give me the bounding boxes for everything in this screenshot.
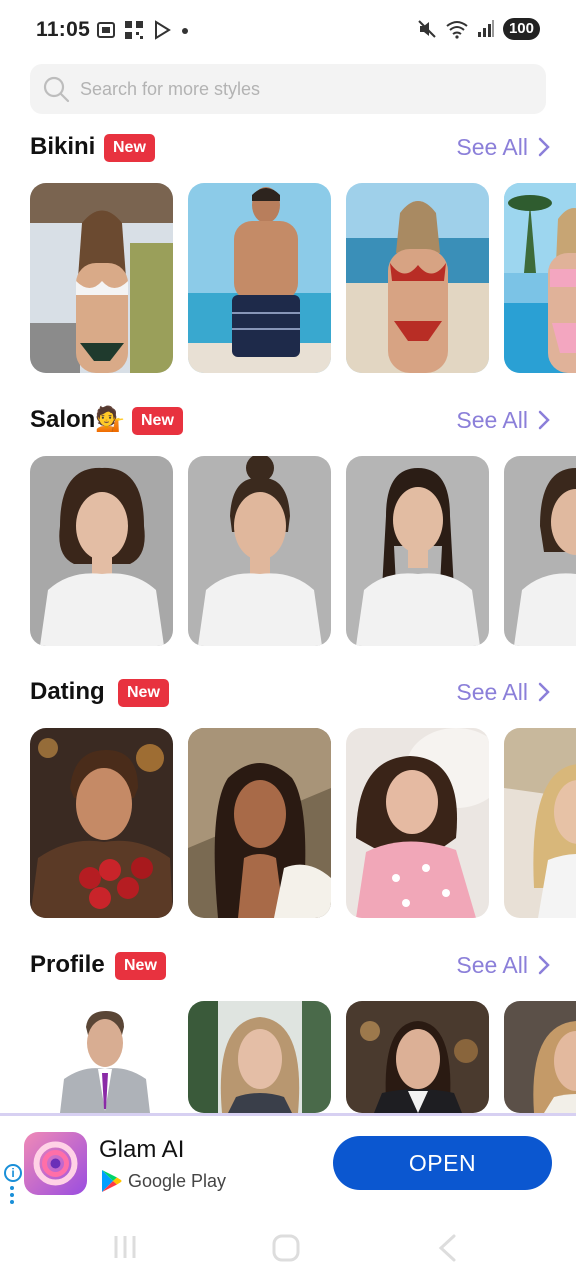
section-header-bikini: Bikini New See All	[30, 131, 550, 167]
section-title: Salon💁	[30, 406, 126, 433]
style-thumbnail[interactable]	[30, 728, 173, 918]
search-input[interactable]: Search for more styles	[80, 79, 260, 100]
app-icon[interactable]	[24, 1132, 87, 1195]
style-thumbnail[interactable]	[346, 456, 489, 646]
style-thumbnail[interactable]	[346, 728, 489, 918]
section-title: Profile	[30, 951, 105, 978]
see-all-link[interactable]: See All	[456, 949, 550, 981]
new-badge: New	[115, 952, 166, 980]
battery-indicator: 100	[502, 18, 540, 40]
style-thumbnail[interactable]	[30, 183, 173, 373]
style-thumbnail[interactable]	[504, 183, 576, 373]
chevron-right-icon	[538, 137, 550, 157]
see-all-link[interactable]: See All	[456, 131, 550, 163]
style-thumbnail[interactable]	[188, 456, 331, 646]
section-header-salon: Salon💁 New See All	[30, 404, 550, 440]
style-thumbnail[interactable]	[346, 1001, 489, 1113]
chevron-right-icon	[538, 410, 550, 430]
search-bar[interactable]: Search for more styles	[30, 64, 546, 114]
section-header-dating: Dating New See All	[30, 676, 550, 712]
see-all-link[interactable]: See All	[456, 404, 550, 436]
play-icon	[155, 20, 171, 40]
see-all-label: See All	[456, 952, 528, 978]
section-header-profile: Profile New See All	[30, 949, 550, 985]
wifi-icon	[446, 21, 468, 39]
chevron-right-icon	[538, 955, 550, 975]
back-icon[interactable]	[436, 1233, 458, 1263]
search-icon	[43, 76, 70, 103]
new-badge: New	[132, 407, 183, 435]
new-badge: New	[118, 679, 169, 707]
ad-menu-icon[interactable]	[10, 1186, 14, 1207]
style-thumbnail[interactable]	[188, 728, 331, 918]
style-thumbnail[interactable]	[504, 1001, 576, 1113]
style-thumbnail[interactable]	[504, 728, 576, 918]
see-all-label: See All	[456, 134, 528, 160]
style-thumbnail[interactable]	[188, 1001, 331, 1113]
qr-icon	[125, 21, 143, 39]
style-carousel-salon[interactable]	[30, 456, 576, 646]
style-thumbnail[interactable]	[188, 183, 331, 373]
google-play-icon	[102, 1170, 122, 1192]
new-badge: New	[104, 134, 155, 162]
style-carousel-dating[interactable]	[30, 728, 576, 918]
section-title: Dating	[30, 678, 105, 705]
chevron-right-icon	[538, 682, 550, 702]
mute-icon	[418, 20, 436, 38]
style-thumbnail[interactable]	[346, 183, 489, 373]
store-label: Google Play	[100, 1169, 226, 1193]
navigation-bar	[0, 1216, 576, 1280]
recents-icon[interactable]	[112, 1234, 138, 1260]
ad-banner[interactable]: i Glam AI Google Play OPEN	[0, 1116, 576, 1216]
screenshot-icon	[97, 22, 115, 38]
see-all-label: See All	[456, 679, 528, 705]
app-name: Glam AI	[99, 1136, 185, 1163]
style-carousel-profile[interactable]	[30, 1001, 576, 1113]
status-icons-left	[96, 20, 190, 40]
status-icons-right: 100	[417, 18, 540, 40]
style-thumbnail[interactable]	[30, 1001, 173, 1113]
dot-icon	[182, 28, 188, 34]
status-time: 11:05	[36, 18, 91, 41]
home-icon[interactable]	[271, 1233, 301, 1263]
signal-icon	[477, 20, 494, 37]
section-title: Bikini	[30, 133, 96, 160]
see-all-label: See All	[456, 407, 528, 433]
open-button[interactable]: OPEN	[333, 1136, 552, 1190]
status-bar: 11:05 100	[0, 0, 576, 62]
ad-info-icon[interactable]: i	[4, 1164, 22, 1182]
see-all-link[interactable]: See All	[456, 676, 550, 708]
style-thumbnail[interactable]	[30, 456, 173, 646]
style-thumbnail[interactable]	[504, 456, 576, 646]
app-screen: 11:05 100 Search for more styles Bikini …	[0, 0, 576, 1280]
store-name: Google Play	[128, 1170, 227, 1191]
style-carousel-bikini[interactable]	[30, 183, 576, 373]
